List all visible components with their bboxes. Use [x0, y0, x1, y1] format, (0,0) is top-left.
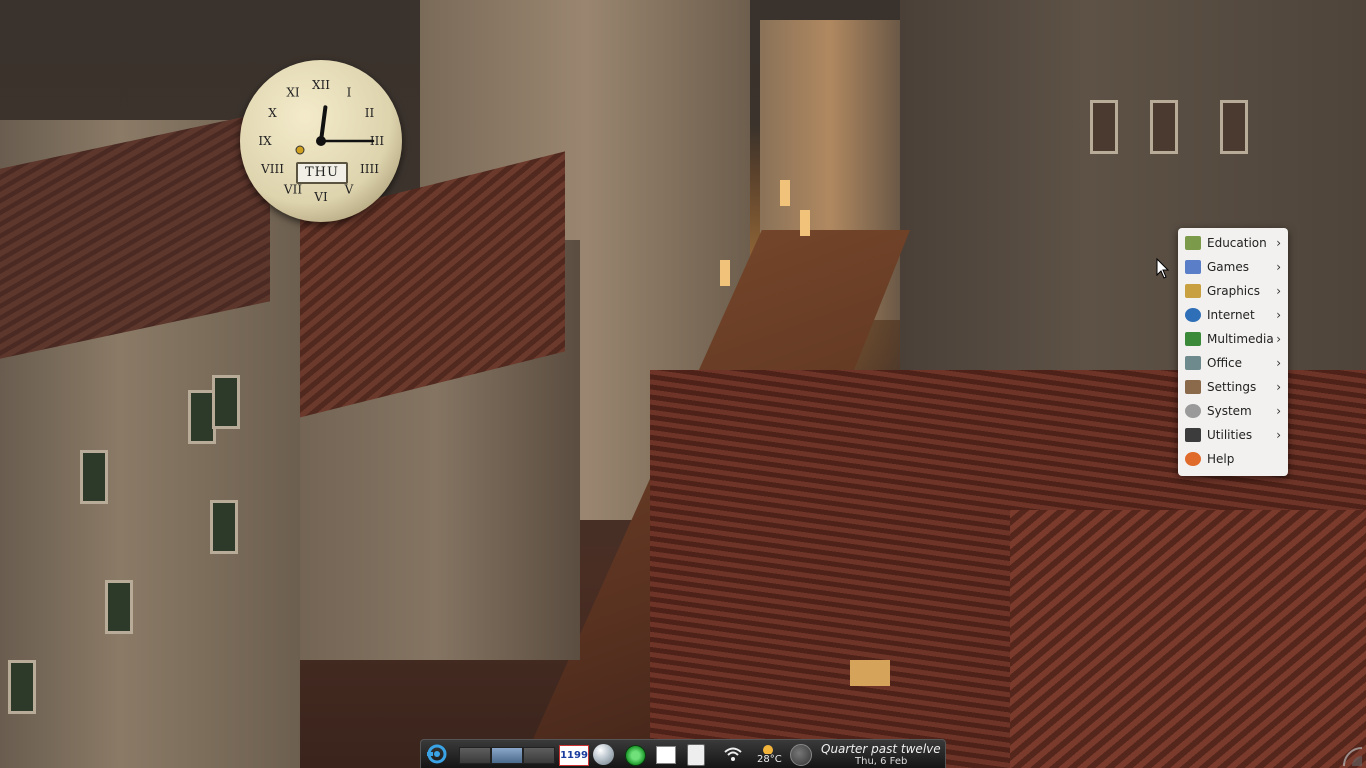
wallpaper-roof-right-front [1010, 510, 1366, 768]
clock-numeral: XI [286, 86, 300, 100]
submenu-arrow-icon: › [1276, 428, 1281, 442]
menu-item-label: Education [1207, 236, 1267, 250]
menu-item-system[interactable]: System › [1178, 399, 1288, 423]
submenu-arrow-icon: › [1276, 356, 1281, 370]
menu-item-education[interactable]: Education › [1178, 231, 1288, 255]
wallpaper-window [1220, 100, 1248, 154]
wallpaper-lit-window [720, 260, 730, 286]
menu-item-label: Graphics [1207, 284, 1260, 298]
pager-desktop-2[interactable] [491, 747, 523, 764]
submenu-arrow-icon: › [1276, 260, 1281, 274]
weather-temperature[interactable]: 28°C [757, 754, 782, 765]
application-menu: Education › Games › Graphics › Internet › Multim… [1178, 228, 1288, 476]
games-icon [1185, 260, 1201, 274]
weather-sun-icon[interactable] [759, 742, 777, 754]
desktop-wallpaper [0, 0, 1366, 768]
help-icon [1185, 452, 1201, 466]
wallpaper-lit-window [780, 180, 790, 206]
menu-item-label: Games [1207, 260, 1249, 274]
submenu-arrow-icon: › [1276, 332, 1281, 346]
orb-icon[interactable] [593, 744, 614, 765]
wallpaper-window [212, 375, 240, 429]
clock-pivot [316, 136, 326, 146]
clock-numeral: XII [312, 78, 330, 92]
clipboard-icon[interactable] [687, 744, 705, 766]
clock-face: XIIIIIIIIIIIIVVIVIIVIIIIXXXI [258, 78, 384, 204]
wallpaper-window [1090, 100, 1118, 154]
bottom-panel: 1199 28°C Quarter past twelve Thu, 6 Feb [420, 739, 946, 768]
menu-item-games[interactable]: Games › [1178, 255, 1288, 279]
wallpaper-window [210, 500, 238, 554]
clock-numeral: V [344, 183, 354, 197]
desktop-toolbox-icon[interactable] [1340, 744, 1362, 766]
submenu-arrow-icon: › [1276, 308, 1281, 322]
menu-item-utilities[interactable]: Utilities › [1178, 423, 1288, 447]
clock-numeral: I [347, 86, 352, 100]
pager-desktop-3[interactable] [523, 747, 555, 764]
menu-item-label: Internet [1207, 308, 1255, 322]
wallpaper-window [8, 660, 36, 714]
clock-numeral: VI [313, 190, 328, 204]
menu-item-label: Help [1207, 452, 1235, 466]
clock-numeral: VIII [260, 162, 284, 176]
clock-numeral: IIII [360, 162, 379, 176]
submenu-arrow-icon: › [1276, 284, 1281, 298]
menu-item-multimedia[interactable]: Multimedia › [1178, 327, 1288, 351]
wallpaper-window [80, 450, 108, 504]
app-launcher-icon[interactable] [427, 744, 447, 764]
menu-item-graphics[interactable]: Graphics › [1178, 279, 1288, 303]
calendar-icon[interactable]: 1199 [559, 745, 589, 766]
wallpaper-window [105, 580, 133, 634]
clock-numeral: VII [283, 183, 302, 197]
multimedia-icon [1185, 332, 1201, 346]
menu-item-help[interactable]: Help [1178, 447, 1288, 471]
wallpaper-lit-window [800, 210, 810, 236]
office-icon [1185, 356, 1201, 370]
fuzzy-clock-text[interactable]: Quarter past twelve [821, 742, 941, 756]
wallpaper-lit-window [850, 660, 890, 686]
pager-desktop-1[interactable] [459, 747, 491, 764]
submenu-arrow-icon: › [1276, 404, 1281, 418]
system-icon [1185, 404, 1201, 418]
wallpaper-window [1150, 100, 1178, 154]
wifi-icon[interactable] [723, 746, 743, 762]
panel-date[interactable]: Thu, 6 Feb [855, 756, 907, 767]
clock-day-label: THU [296, 162, 348, 184]
settings-icon [1185, 380, 1201, 394]
menu-item-label: Utilities [1207, 428, 1253, 442]
world-clock-icon[interactable] [790, 744, 812, 766]
clock-numeral: IX [258, 134, 272, 148]
menu-item-label: Multimedia [1207, 332, 1274, 346]
wallpaper-building-right [900, 0, 1366, 380]
submenu-arrow-icon: › [1276, 236, 1281, 250]
internet-icon [1185, 308, 1201, 322]
menu-item-office[interactable]: Office › [1178, 351, 1288, 375]
menu-item-label: Settings [1207, 380, 1257, 394]
clock-hour-hand [319, 105, 328, 143]
mouse-cursor-icon [1156, 258, 1170, 279]
submenu-arrow-icon: › [1276, 380, 1281, 394]
clock-numeral: II [365, 106, 375, 120]
education-icon [1185, 236, 1201, 250]
menu-item-settings[interactable]: Settings › [1178, 375, 1288, 399]
status-green-icon[interactable] [625, 745, 646, 766]
graphics-icon [1185, 284, 1201, 298]
utilities-icon [1185, 428, 1201, 442]
menu-item-internet[interactable]: Internet › [1178, 303, 1288, 327]
menu-item-label: Office [1207, 356, 1243, 370]
analog-clock-widget[interactable]: XII I II III IIII V VI VII VIII IX X XI THU [240, 60, 402, 222]
clock-alarm-dot [295, 145, 305, 155]
show-desktop-icon[interactable] [656, 746, 676, 764]
menu-item-label: System [1207, 404, 1252, 418]
clock-numeral: X [268, 106, 277, 120]
